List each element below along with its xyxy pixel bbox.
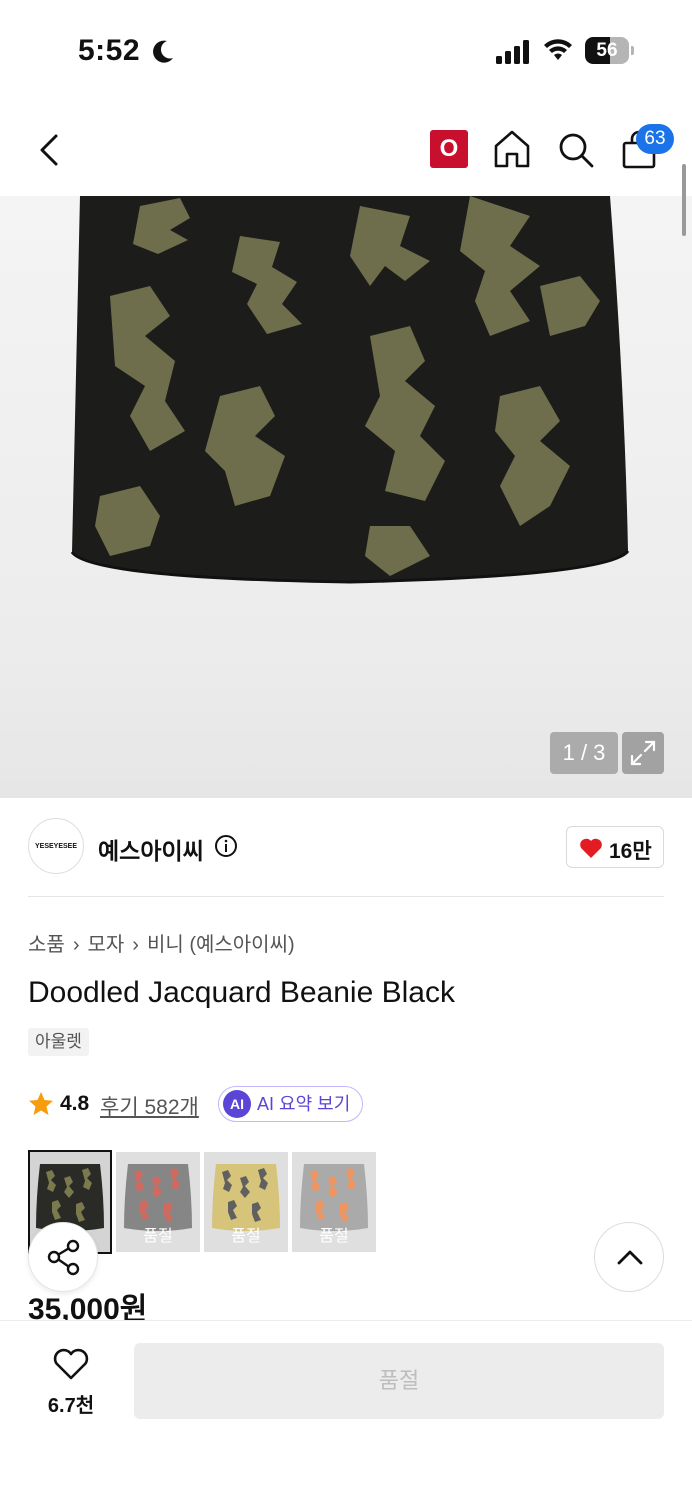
heart-filled-icon [580,838,602,858]
chevron-up-icon [617,1250,643,1265]
back-arrow-icon[interactable] [30,128,70,172]
bottom-action-bar: 6.7천 품절 [0,1320,692,1500]
scroll-indicator[interactable] [682,164,686,236]
brand-like-button[interactable]: 16만 [566,826,664,868]
reviews-link[interactable]: 후기 582개 [100,1091,199,1121]
color-option[interactable]: 품절 [292,1152,376,1252]
breadcrumb-item[interactable]: 모자 [87,934,124,956]
ai-icon: AI [223,1090,251,1118]
color-option[interactable]: 품절 [116,1152,200,1252]
soldout-purchase-button[interactable]: 품절 [134,1343,664,1419]
wifi-icon [544,39,572,60]
brand-row: YESEYESEE 예스아이씨 16만 [28,818,664,876]
share-button[interactable] [28,1222,98,1292]
brand-like-count: 16만 [609,840,652,863]
image-counter: 1 / 3 [550,732,618,774]
breadcrumb: 소품 › 모자 › 비니 (예스아이씨) [28,928,295,957]
moon-icon [153,40,173,63]
store-badge[interactable]: O [430,130,468,168]
breadcrumb-item[interactable]: 비니 (예스아이씨) [147,934,295,956]
brand-name[interactable]: 예스아이씨 [98,832,204,866]
share-icon [47,1239,80,1276]
divider [28,896,664,897]
info-icon[interactable] [214,834,238,858]
home-icon[interactable] [492,128,532,170]
ai-summary-label: AI 요약 보기 [257,1094,351,1114]
soldout-label: 품절 [143,1228,173,1245]
color-option[interactable]: 품절 [204,1152,288,1252]
star-icon [29,1092,53,1115]
chevron-right-icon: › [72,934,80,956]
soldout-label: 품절 [319,1228,349,1245]
outlet-tag: 아울렛 [28,1028,89,1056]
product-image-carousel[interactable]: 1 / 3 [0,196,692,798]
expand-icon[interactable] [622,732,664,774]
breadcrumb-item[interactable]: 소품 [28,934,65,956]
product-image [70,196,630,584]
product-title: Doodled Jacquard Beanie Black [28,976,455,1009]
status-bar: 5:52 56 [0,0,692,100]
wishlist-button[interactable]: 6.7천 [36,1347,106,1417]
signal-icon [496,40,529,64]
beanie-shape [36,1164,104,1231]
chevron-right-icon: › [132,934,139,956]
battery-level: 56 [596,40,618,61]
cart-count-badge: 63 [636,124,674,154]
ai-summary-button[interactable]: AI AI 요약 보기 [218,1086,364,1122]
heart-outline-icon [53,1348,89,1380]
wishlist-count: 6.7천 [47,1395,95,1417]
top-nav: O 63 [0,100,692,196]
soldout-label: 품절 [231,1228,261,1245]
battery-icon: 56 [585,37,635,64]
scroll-top-button[interactable] [594,1222,664,1292]
clock: 5:52 [78,34,141,67]
rating-value: 4.8 [60,1092,90,1115]
brand-logo[interactable]: YESEYESEE [28,818,84,874]
rating-row: 4.8 후기 582개 AI AI 요약 보기 [28,1086,668,1122]
search-icon[interactable] [556,130,596,170]
